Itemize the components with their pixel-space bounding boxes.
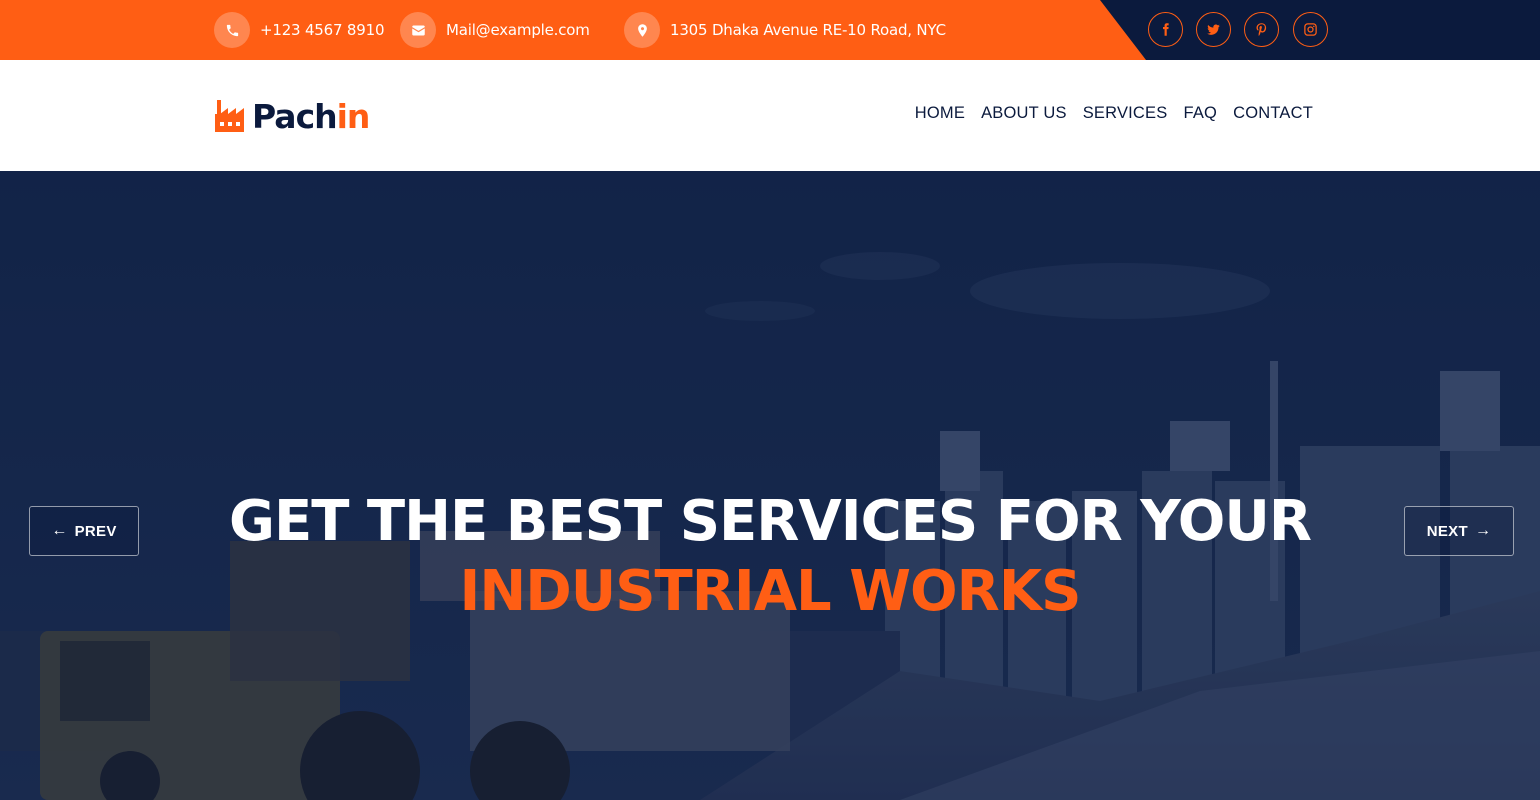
phone-number: +123 4567 8910 <box>260 21 385 39</box>
prev-slide-button[interactable]: ← PREV <box>29 506 139 556</box>
brand-name-accent: in <box>336 96 371 136</box>
hero-slider: GET THE BEST SERVICES FOR YOUR INDUSTRIA… <box>0 171 1540 800</box>
phone-contact[interactable]: +123 4567 8910 <box>214 12 384 48</box>
twitter-icon <box>1207 24 1220 35</box>
industrial-site-background-image <box>0 171 1540 800</box>
site-header: Pachin HOME ABOUT US SERVICES FAQ CONTAC… <box>0 60 1540 171</box>
email-address: Mail@example.com <box>446 21 590 39</box>
brand-name-main: Pach <box>252 96 338 136</box>
address-contact: 1305 Dhaka Avenue RE-10 Road, NYC <box>624 12 946 48</box>
arrow-left-icon: ← <box>51 522 68 539</box>
facebook-link[interactable] <box>1148 12 1183 47</box>
brand-name: Pachin <box>252 96 371 136</box>
nav-faq[interactable]: FAQ <box>1183 104 1217 123</box>
email-contact[interactable]: Mail@example.com <box>400 12 590 48</box>
factory-icon <box>215 100 244 132</box>
prev-label: PREV <box>74 522 117 540</box>
top-bar: +123 4567 8910 Mail@example.com 1305 Dha… <box>0 0 1540 60</box>
site-logo[interactable]: Pachin <box>214 96 371 136</box>
pinterest-link[interactable] <box>1244 12 1279 47</box>
nav-about-us[interactable]: ABOUT US <box>981 104 1067 123</box>
twitter-link[interactable] <box>1196 12 1231 47</box>
phone-icon <box>214 12 250 48</box>
instagram-icon <box>1304 23 1317 36</box>
hero-heading-line2: INDUSTRIAL WORKS <box>459 558 1082 624</box>
nav-contact[interactable]: CONTACT <box>1233 104 1313 123</box>
hero-heading: GET THE BEST SERVICES FOR YOUR INDUSTRIA… <box>0 487 1540 627</box>
hero-heading-line1: GET THE BEST SERVICES FOR YOUR <box>229 488 1312 554</box>
arrow-right-icon: → <box>1474 522 1492 539</box>
pinterest-icon <box>1256 23 1267 36</box>
main-nav: HOME ABOUT US SERVICES FAQ CONTACT <box>915 104 1313 123</box>
nav-services[interactable]: SERVICES <box>1083 104 1168 123</box>
next-label: NEXT <box>1426 522 1468 540</box>
street-address: 1305 Dhaka Avenue RE-10 Road, NYC <box>670 21 946 39</box>
location-pin-icon <box>624 12 660 48</box>
next-slide-button[interactable]: NEXT → <box>1404 506 1514 556</box>
mail-icon <box>400 12 436 48</box>
nav-home[interactable]: HOME <box>915 104 965 123</box>
instagram-link[interactable] <box>1293 12 1328 47</box>
facebook-icon <box>1163 23 1169 36</box>
